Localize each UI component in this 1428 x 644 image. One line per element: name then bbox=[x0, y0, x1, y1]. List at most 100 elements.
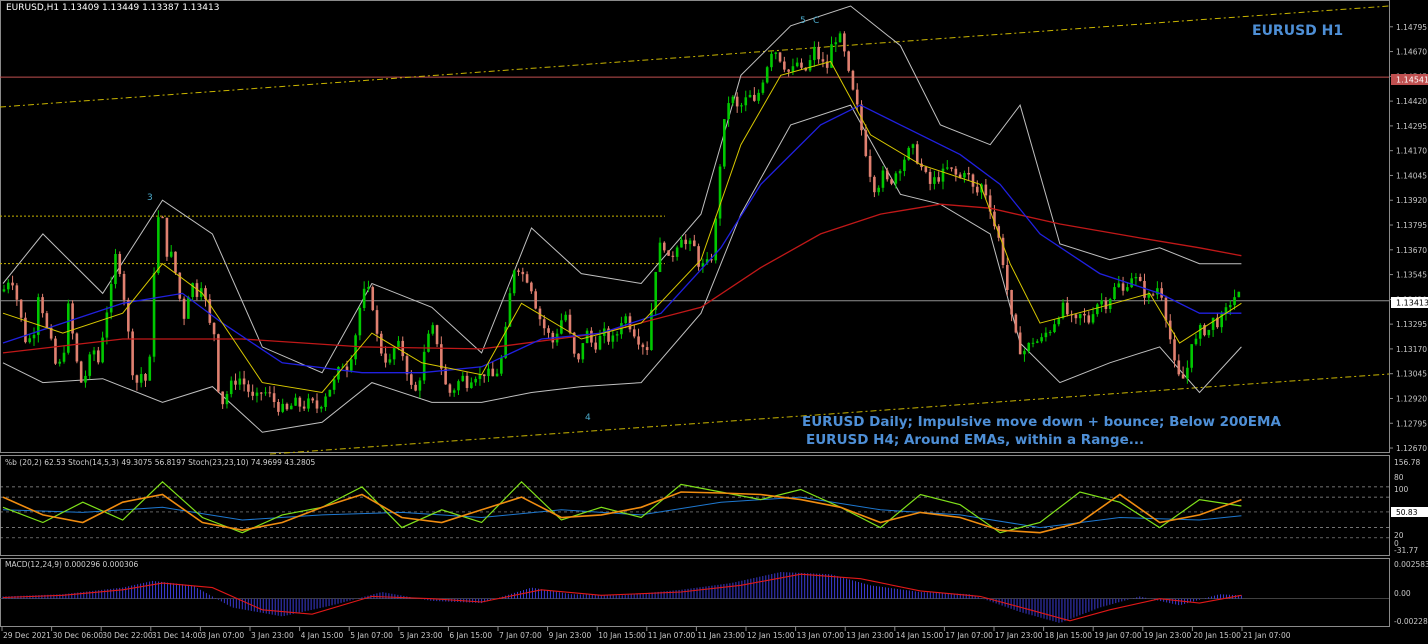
moving-averages bbox=[2, 60, 1242, 394]
candle-body bbox=[744, 97, 748, 106]
candle-body bbox=[984, 184, 988, 196]
candle-body bbox=[131, 331, 134, 376]
candle-body bbox=[122, 273, 126, 300]
price-tick-label: 1.13545 bbox=[1396, 271, 1427, 280]
candle-body bbox=[645, 347, 649, 351]
candle-body bbox=[632, 329, 636, 337]
candle-body bbox=[885, 170, 889, 180]
candle-body bbox=[868, 155, 872, 177]
candle-body bbox=[36, 297, 40, 335]
candle-body bbox=[568, 314, 572, 333]
candle-body bbox=[332, 379, 336, 390]
candle-body bbox=[238, 378, 242, 385]
candle-body bbox=[834, 42, 838, 45]
candle-body bbox=[1018, 332, 1022, 355]
candle-body bbox=[371, 287, 375, 311]
candle-body bbox=[521, 271, 525, 275]
candle-body bbox=[1023, 350, 1026, 355]
candle-body bbox=[1074, 314, 1078, 319]
price-panel-frame bbox=[0, 0, 1390, 453]
candle-body bbox=[431, 325, 435, 334]
candle-body bbox=[1194, 338, 1198, 345]
candle-body bbox=[174, 251, 177, 273]
candle-body bbox=[1031, 342, 1035, 344]
candle-body bbox=[945, 167, 949, 169]
candle-body bbox=[1027, 342, 1031, 351]
trading-chart[interactable]: 1.147951.146701.145451.144201.142951.141… bbox=[0, 0, 1428, 644]
candle-body bbox=[354, 335, 357, 360]
candle-body bbox=[615, 334, 619, 336]
price-tick-label: 1.14170 bbox=[1396, 147, 1427, 156]
candle-body bbox=[530, 282, 533, 292]
candle-body bbox=[963, 172, 966, 178]
candle-body bbox=[380, 333, 383, 354]
time-tick-label: 7 Jan 07:00 bbox=[499, 631, 542, 640]
candle-body bbox=[787, 69, 790, 72]
candle-body bbox=[1164, 297, 1168, 321]
bollinger-lower bbox=[2, 104, 1242, 433]
time-tick-label: 17 Jan 07:00 bbox=[945, 631, 993, 640]
candle-body bbox=[495, 373, 499, 377]
candle-body bbox=[294, 397, 297, 406]
time-tick-label: 30 Dec 06:00 bbox=[53, 631, 104, 640]
candle-body bbox=[753, 94, 756, 101]
candle-body bbox=[1151, 294, 1155, 296]
candle-body bbox=[975, 186, 979, 193]
candle-body bbox=[727, 103, 730, 120]
candle-body bbox=[362, 288, 366, 308]
candle-body bbox=[1010, 290, 1013, 315]
candle-body bbox=[903, 159, 906, 171]
candle-body bbox=[45, 313, 49, 328]
candle-body bbox=[954, 168, 958, 175]
candle-body bbox=[795, 62, 799, 67]
candle-body bbox=[281, 403, 284, 412]
candle-body bbox=[367, 287, 370, 289]
price-tick-label: 1.13670 bbox=[1396, 246, 1427, 255]
candle-body bbox=[765, 67, 769, 83]
candle-body bbox=[148, 356, 152, 381]
candle-body bbox=[319, 406, 323, 409]
bollinger-bands bbox=[2, 5, 1242, 433]
candle-body bbox=[937, 177, 940, 182]
candle-body bbox=[971, 174, 975, 187]
candle-body bbox=[1190, 344, 1193, 368]
candle-body bbox=[1096, 304, 1099, 315]
price-tick-label: 1.14045 bbox=[1396, 171, 1427, 180]
candle-body bbox=[1117, 283, 1121, 288]
oscillator-panel-frame bbox=[0, 455, 1390, 556]
annotation-line-1: EURUSD Daily; Impulsive move down + boun… bbox=[802, 414, 1281, 430]
candle-body bbox=[1207, 329, 1211, 336]
candle-body bbox=[654, 271, 658, 310]
candle-body bbox=[1181, 374, 1185, 379]
time-tick-label: 4 Jan 15:00 bbox=[301, 631, 344, 640]
candle-body bbox=[688, 240, 692, 245]
wave-label-3: 3 bbox=[147, 193, 153, 203]
candle-body bbox=[19, 299, 23, 318]
candle-body bbox=[157, 217, 160, 273]
candle-body bbox=[731, 96, 735, 104]
candle-body bbox=[264, 392, 267, 394]
wave-label-4: 4 bbox=[585, 413, 591, 423]
candle-body bbox=[414, 384, 417, 391]
candle-body bbox=[1138, 276, 1142, 281]
candle-body bbox=[54, 338, 57, 364]
candle-body bbox=[1078, 313, 1082, 319]
price-tick-label: 1.12670 bbox=[1396, 444, 1427, 453]
candle-body bbox=[247, 384, 250, 392]
candle-body bbox=[662, 242, 666, 251]
candle-body bbox=[251, 391, 254, 396]
time-tick-label: 12 Jan 15:00 bbox=[747, 631, 795, 640]
candle-body bbox=[461, 375, 465, 382]
macd-title: MACD(12,24,9) 0.000296 0.000306 bbox=[5, 560, 139, 569]
candle-body bbox=[924, 167, 928, 172]
candle-body bbox=[418, 380, 422, 391]
candle-body bbox=[748, 94, 752, 98]
candle-body bbox=[410, 374, 413, 385]
channel-upper-trendline bbox=[0, 5, 1390, 108]
candle-body bbox=[302, 406, 306, 409]
candle-body bbox=[465, 375, 469, 388]
candle-body bbox=[1168, 320, 1172, 340]
osc-tick-bottom: -31.77 bbox=[1394, 546, 1418, 555]
macd-tick-top: 0.002583 bbox=[1394, 560, 1428, 569]
candle-body bbox=[1173, 339, 1176, 361]
